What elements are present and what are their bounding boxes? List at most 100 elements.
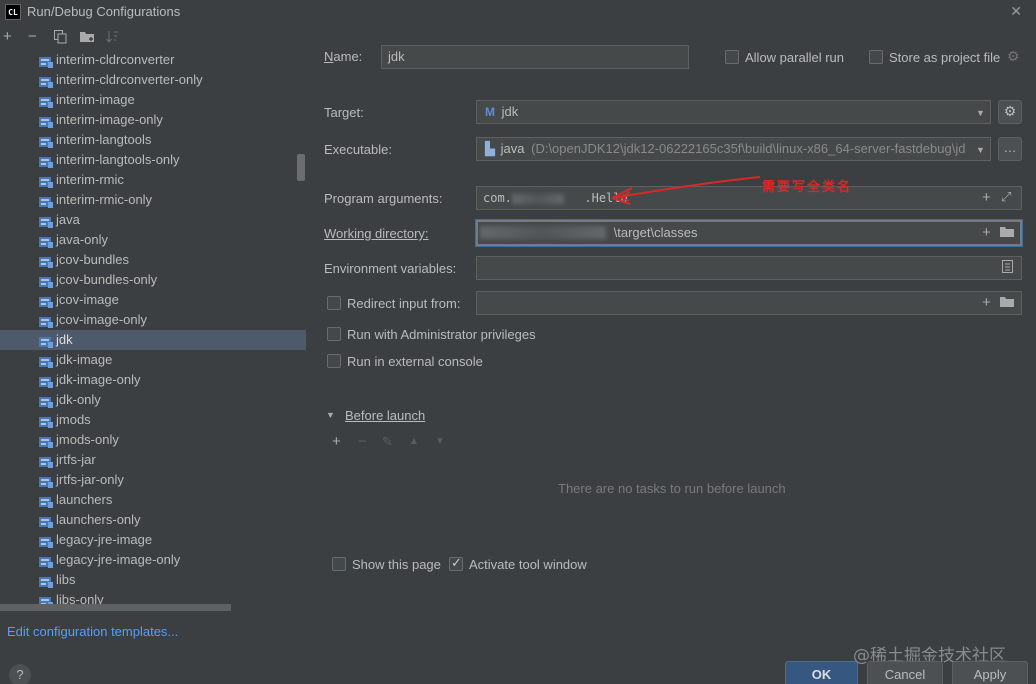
cmake-target-icon [39, 554, 53, 568]
tree-item[interactable]: jcov-image [0, 290, 306, 310]
tree-item[interactable]: jdk-image-only [0, 370, 306, 390]
cmake-target-icon [39, 254, 53, 268]
before-launch-text: Before launch [345, 408, 426, 423]
target-label: Target: [324, 105, 364, 120]
activate-tool-label: Activate tool window [469, 557, 587, 572]
ok-button[interactable]: OK [785, 661, 858, 684]
tree-item-label: jdk-only [56, 392, 101, 407]
plus-icon[interactable]: + [982, 189, 991, 206]
copy-icon[interactable] [54, 30, 67, 49]
allow-parallel-checkbox[interactable] [725, 50, 739, 64]
cmake-target-icon [39, 374, 53, 388]
remove-task-icon[interactable]: − [358, 433, 367, 450]
tree-item[interactable]: interim-rmic-only [0, 190, 306, 210]
folder-icon[interactable] [1000, 225, 1015, 241]
expand-icon[interactable]: ⤢ [1001, 189, 1011, 205]
executable-path: (D:\openJDK12\jdk12-06222165c35f\build\l… [531, 141, 966, 156]
gear-icon[interactable]: ⚙ [1007, 48, 1020, 65]
move-up-icon[interactable]: ▲ [409, 436, 419, 447]
tree-item-label: jcov-image-only [56, 312, 148, 327]
cmake-target-icon [39, 74, 53, 88]
sort-icon[interactable] [106, 30, 119, 49]
add-task-icon[interactable]: + [332, 433, 341, 450]
target-settings-gear-icon[interactable]: ⚙ [998, 100, 1022, 124]
program-args-prefix: com. [483, 191, 512, 205]
close-icon[interactable]: ✕ [1010, 3, 1022, 20]
move-down-icon[interactable]: ▼ [435, 436, 445, 447]
redaction-blur [512, 194, 564, 204]
edit-task-icon[interactable]: ✎ [382, 434, 393, 450]
cmake-target-icon [39, 194, 53, 208]
before-launch-label: Before launch [345, 408, 425, 423]
tree-item[interactable]: jmods-only [0, 430, 306, 450]
tree-item[interactable]: interim-cldrconverter [0, 50, 306, 70]
remove-config-button[interactable]: − [28, 28, 37, 46]
working-dir-value: \target\classes [613, 225, 698, 240]
cmake-target-icon [39, 234, 53, 248]
chevron-down-icon[interactable]: ▼ [976, 108, 985, 118]
admin-privileges-checkbox[interactable] [327, 327, 341, 341]
external-console-checkbox[interactable] [327, 354, 341, 368]
tree-item-label: interim-cldrconverter [56, 52, 175, 67]
tree-item[interactable]: interim-langtools-only [0, 150, 306, 170]
apply-button[interactable]: Apply [952, 661, 1028, 684]
folder-add-icon[interactable] [80, 30, 95, 48]
cmake-target-icon [39, 434, 53, 448]
env-input[interactable] [476, 256, 1022, 280]
tree-item[interactable]: jrtfs-jar [0, 450, 306, 470]
tree-item[interactable]: legacy-jre-image-only [0, 550, 306, 570]
tree-item[interactable]: interim-image-only [0, 110, 306, 130]
cmake-target-icon [39, 114, 53, 128]
cancel-button[interactable]: Cancel [867, 661, 943, 684]
tree-item[interactable]: jcov-image-only [0, 310, 306, 330]
tree-item[interactable]: jdk-only [0, 390, 306, 410]
tree-item-label: java [56, 212, 80, 227]
cmake-target-icon [39, 314, 53, 328]
target-dropdown[interactable]: M jdk [476, 100, 991, 124]
chevron-down-icon[interactable]: ▼ [976, 145, 985, 155]
tree-item[interactable]: interim-rmic [0, 170, 306, 190]
tree-item[interactable]: java [0, 210, 306, 230]
activate-tool-checkbox[interactable] [449, 555, 463, 571]
collapse-triangle-icon[interactable]: ▼ [326, 410, 335, 420]
tree-item[interactable]: launchers [0, 490, 306, 510]
plus-icon[interactable]: + [982, 224, 991, 241]
tree-item[interactable]: jdk-image [0, 350, 306, 370]
edit-templates-link[interactable]: Edit configuration templates... [7, 624, 178, 639]
tree-item-label: jrtfs-jar [56, 452, 96, 467]
tree-item[interactable]: jmods [0, 410, 306, 430]
tree-item[interactable]: jcov-bundles-only [0, 270, 306, 290]
program-args-label: Program arguments: [324, 191, 443, 206]
cmake-target-icon [39, 414, 53, 428]
tree-horizontal-scrollbar[interactable] [0, 604, 231, 611]
redirect-input-checkbox[interactable] [327, 296, 341, 310]
tree-item[interactable]: launchers-only [0, 510, 306, 530]
cmake-target-icon [39, 214, 53, 228]
tree-item[interactable]: interim-langtools [0, 130, 306, 150]
add-config-button[interactable]: + [3, 28, 12, 46]
help-button[interactable]: ? [9, 664, 31, 684]
document-icon[interactable] [1002, 260, 1013, 276]
tree-item[interactable]: libs [0, 570, 306, 590]
show-page-checkbox[interactable] [332, 557, 346, 571]
name-input[interactable]: jdk [381, 45, 689, 69]
tree-item[interactable]: jcov-bundles [0, 250, 306, 270]
redirect-input-field[interactable] [476, 291, 1022, 315]
module-icon: M [485, 105, 495, 119]
executable-dropdown[interactable]: ▙ java (D:\openJDK12\jdk12-06222165c35f\… [476, 137, 991, 161]
tree-item[interactable]: jdk [0, 330, 306, 350]
cmake-target-icon [39, 454, 53, 468]
tree-item[interactable]: legacy-jre-image [0, 530, 306, 550]
tree-item-label: interim-rmic-only [56, 192, 153, 207]
tree-item[interactable]: java-only [0, 230, 306, 250]
tree-item[interactable]: interim-image [0, 90, 306, 110]
tree-item[interactable]: jrtfs-jar-only [0, 470, 306, 490]
title-bar: CL Run/Debug Configurations ✕ [0, 0, 1036, 24]
plus-icon[interactable]: + [982, 294, 991, 311]
store-project-label: Store as project file [889, 50, 1001, 65]
folder-icon[interactable] [1000, 295, 1015, 311]
browse-executable-button[interactable]: … [998, 137, 1022, 161]
tree-vertical-scrollbar[interactable] [297, 154, 305, 181]
store-project-checkbox[interactable] [869, 50, 883, 64]
tree-item[interactable]: interim-cldrconverter-only [0, 70, 306, 90]
